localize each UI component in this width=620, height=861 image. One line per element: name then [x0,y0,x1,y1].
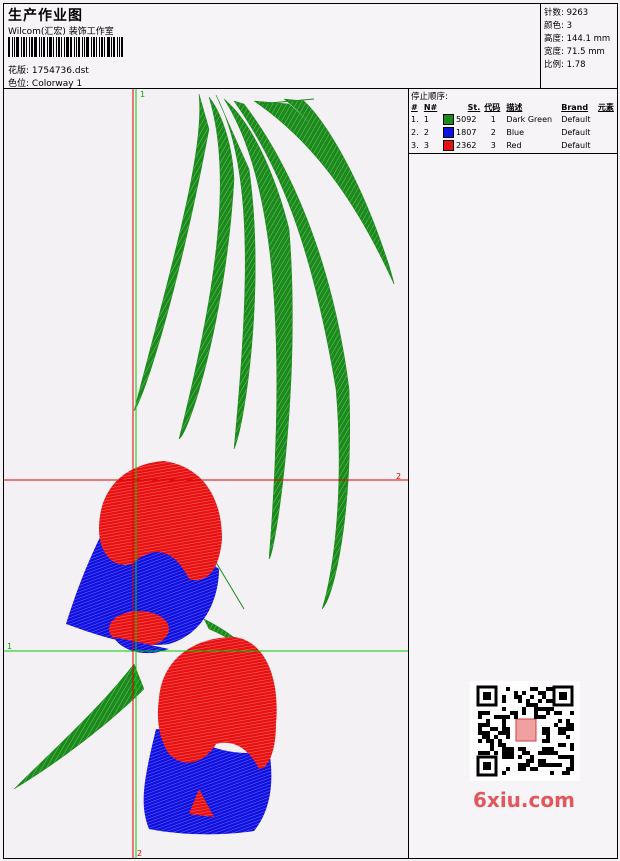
table-row: 3. 3 2362 3 Red Default [411,140,591,151]
guide-label-right: 2 [396,472,401,481]
design-label: 花版: [8,66,30,76]
design-canvas: 1 2 1 2 [4,89,408,858]
worksheet-header: 生产作业图 Wilcom(汇宏) 装饰工作室 花版: 1754736.dst 色… [4,3,540,89]
col-index: # [411,102,418,112]
col-code: 代码 [484,102,501,112]
design-file-row: 花版: 1754736.dst [8,63,89,76]
color-swatch-blue [443,127,455,138]
color-swatch-red [443,140,455,151]
stat-height: 高度: 144.1 mm [544,34,611,44]
barcode [8,37,136,57]
embroidery-preview: 1 2 1 2 [4,89,408,858]
table-divider [409,153,618,154]
table-header-row: # N# St. 代码 描述 Brand 元素 [409,101,618,113]
lower-tulip [143,637,277,835]
design-stats: 针数: 9263 颜色: 3 高度: 144.1 mm 宽度: 71.5 mm … [540,3,618,89]
guide-label-left: 1 [7,642,12,651]
table-row: 2. 2 1807 2 Blue Default [411,127,591,138]
watermark-logo: 6xiu.com [473,788,575,812]
page-title: 生产作业图 [8,8,83,24]
col-n: N# [423,102,438,112]
color-swatch-green [443,114,455,125]
stop-sequence-table: # N# St. 代码 描述 Brand 元素 1. 1 5092 1 Dark… [409,101,618,152]
guide-label-top: 1 [140,90,145,99]
col-stitches: St. [467,102,481,112]
stat-colors: 颜色: 3 [544,21,572,31]
upper-tulip [66,461,222,654]
table-row: 1. 1 5092 1 Dark Green Default [411,114,591,125]
company-name: Wilcom(汇宏) 装饰工作室 [8,27,114,37]
design-value: 1754736.dst [31,66,89,76]
stat-stitches: 针数: 9263 [544,8,589,18]
stat-ratio: 比例: 1.78 [544,60,586,70]
stat-width: 宽度: 71.5 mm [544,47,605,57]
col-element: 元素 [597,102,614,112]
qr-code [470,681,580,781]
col-desc: 描述 [506,102,523,112]
col-brand: Brand [561,102,589,112]
guide-label-bottom: 2 [137,849,142,858]
